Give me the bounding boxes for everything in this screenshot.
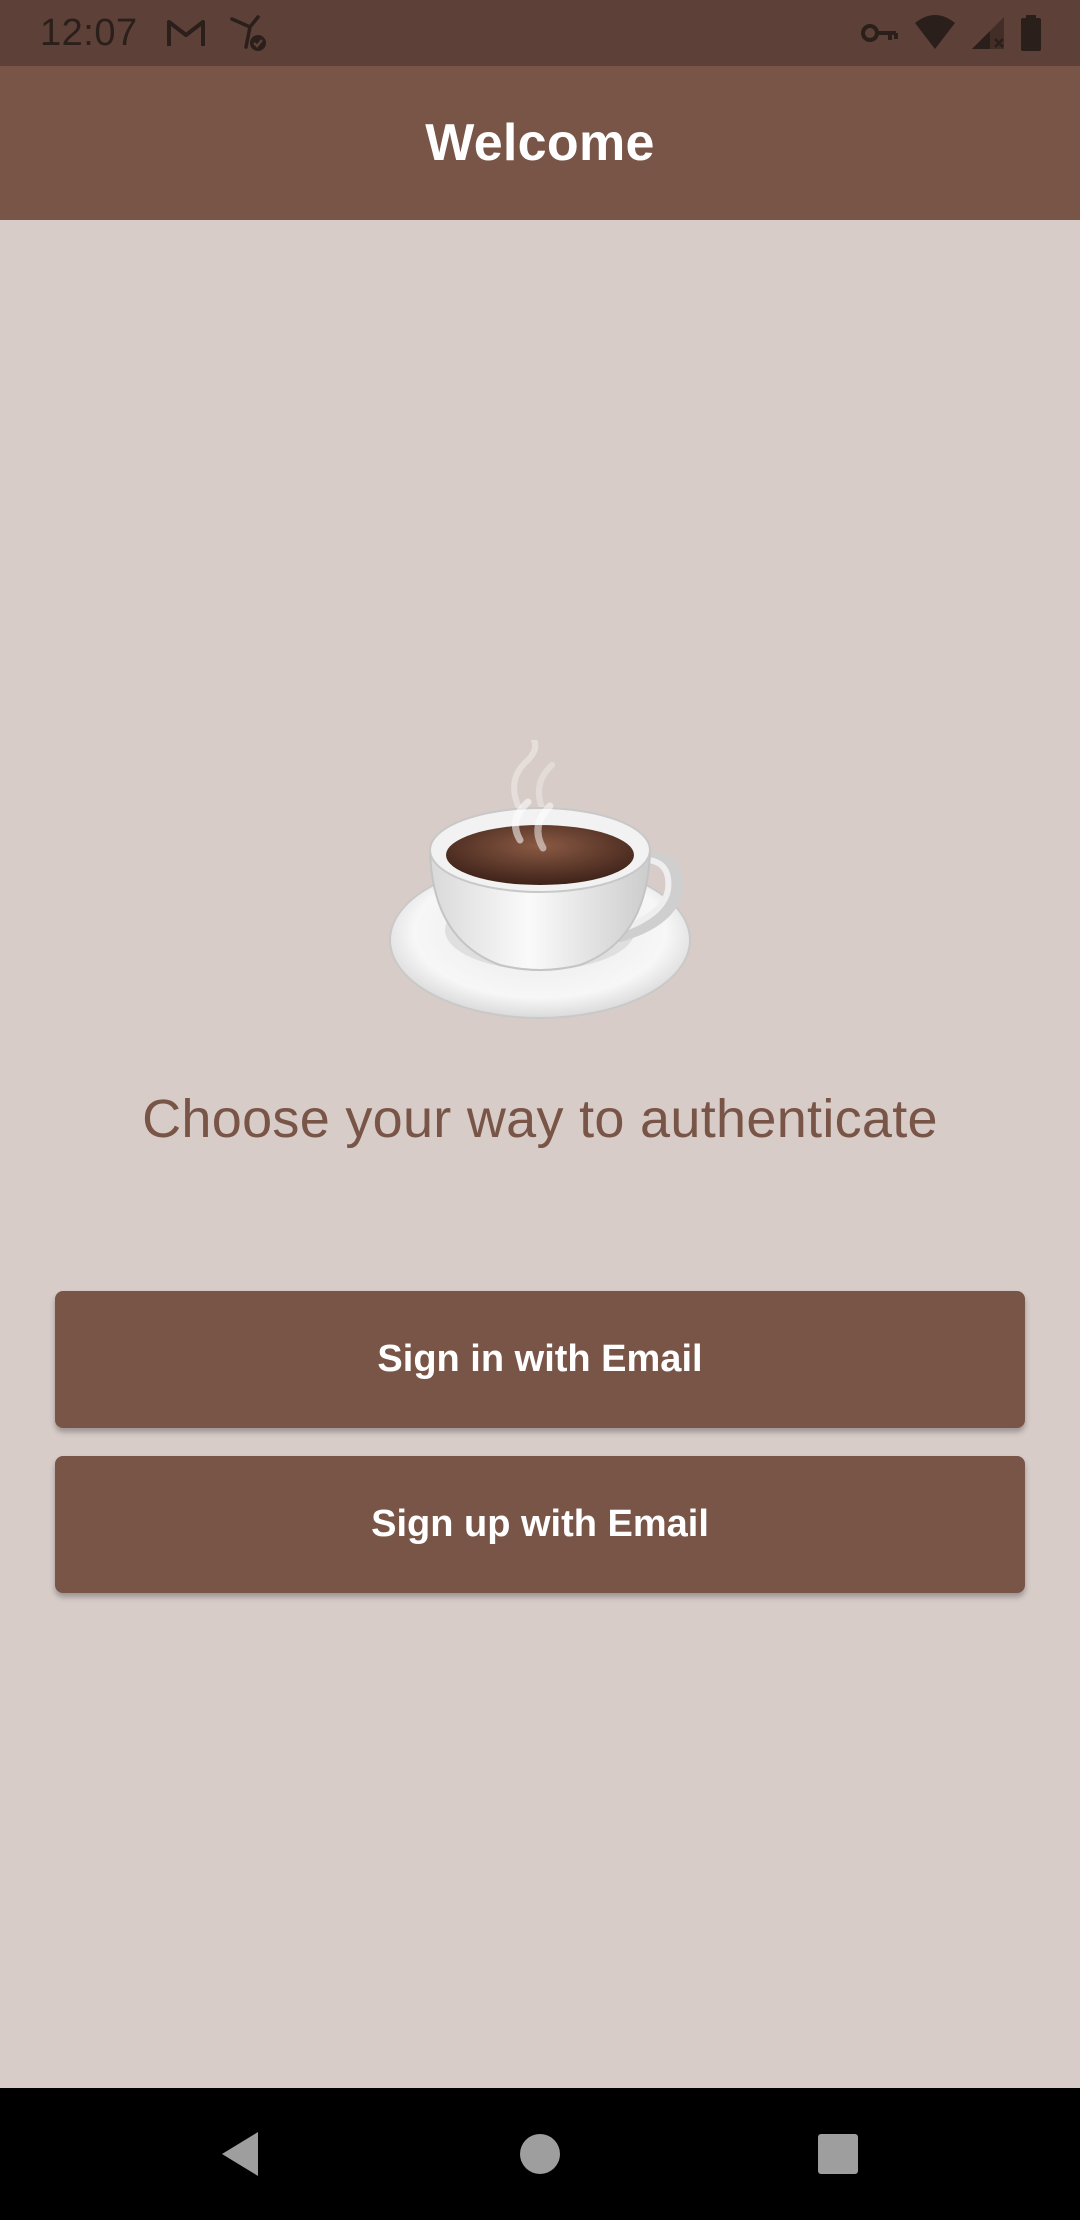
home-icon[interactable] xyxy=(480,2108,600,2200)
screen: 12:07 Welcome Choose your way to authent… xyxy=(0,0,1080,2220)
page-title: Welcome xyxy=(425,114,655,172)
status-bar: 12:07 xyxy=(0,0,1080,66)
battery-icon xyxy=(1020,15,1042,51)
status-right-icons xyxy=(860,15,1042,51)
sign-up-email-button[interactable]: Sign up with Email xyxy=(55,1456,1025,1593)
back-icon[interactable] xyxy=(180,2108,300,2200)
auth-subtitle: Choose your way to authenticate xyxy=(142,1089,938,1149)
key-icon xyxy=(860,19,900,47)
recents-icon[interactable] xyxy=(778,2108,898,2200)
gmail-icon xyxy=(166,18,206,48)
vpn-check-icon xyxy=(228,13,270,53)
sign-in-email-button[interactable]: Sign in with Email xyxy=(55,1291,1025,1428)
signal-icon xyxy=(970,15,1006,51)
wifi-icon xyxy=(914,15,956,51)
status-time: 12:07 xyxy=(40,11,138,54)
status-left-icons xyxy=(166,13,270,53)
coffee-cup-icon xyxy=(380,733,700,1030)
app-bar: Welcome xyxy=(0,66,1080,220)
navigation-bar xyxy=(0,2088,1080,2220)
